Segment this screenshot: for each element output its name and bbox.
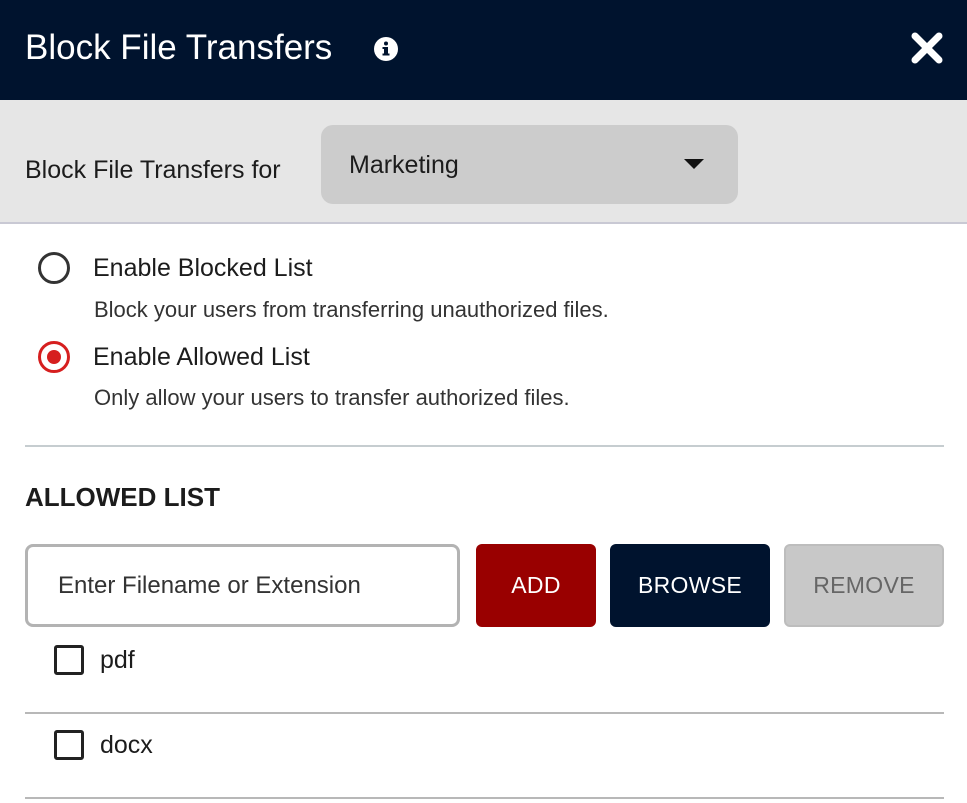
section-divider [25,445,944,447]
item-label: pdf [100,646,135,674]
browse-button[interactable]: BROWSE [610,544,770,627]
radio-label-allowed: Enable Allowed List [93,343,310,371]
radio-button-allowed[interactable] [38,341,70,373]
filename-extension-input[interactable] [25,544,460,627]
radio-label-blocked: Enable Blocked List [93,254,313,282]
allowed-list-heading: ALLOWED LIST [25,482,220,512]
radio-enable-allowed-list[interactable]: Enable Allowed List [38,341,338,381]
group-dropdown-value: Marketing [349,151,459,179]
group-selector-label: Block File Transfers for [25,156,281,184]
group-dropdown[interactable]: Marketing [321,125,738,204]
allowed-list-description: Only allow your users to transfer author… [94,385,570,410]
item-checkbox[interactable] [54,730,84,760]
radio-selected-dot [47,350,61,364]
remove-button[interactable]: REMOVE [784,544,944,627]
blocked-list-description: Block your users from transferring unaut… [94,297,609,322]
dialog-header: Block File Transfers [0,0,967,100]
dialog-title: Block File Transfers [25,28,333,67]
group-selector-bar: Block File Transfers for Marketing [0,100,967,224]
info-icon[interactable] [374,37,398,61]
list-item: pdf [25,628,944,714]
add-button[interactable]: ADD [476,544,596,627]
close-icon[interactable] [910,31,944,65]
radio-enable-blocked-list[interactable]: Enable Blocked List [38,252,338,292]
block-file-transfers-dialog: Block File Transfers Block File Transfer… [0,0,967,803]
radio-button-blocked[interactable] [38,252,70,284]
chevron-down-icon [684,159,704,169]
item-label: docx [100,731,153,759]
item-checkbox[interactable] [54,645,84,675]
list-item: docx [25,713,944,799]
